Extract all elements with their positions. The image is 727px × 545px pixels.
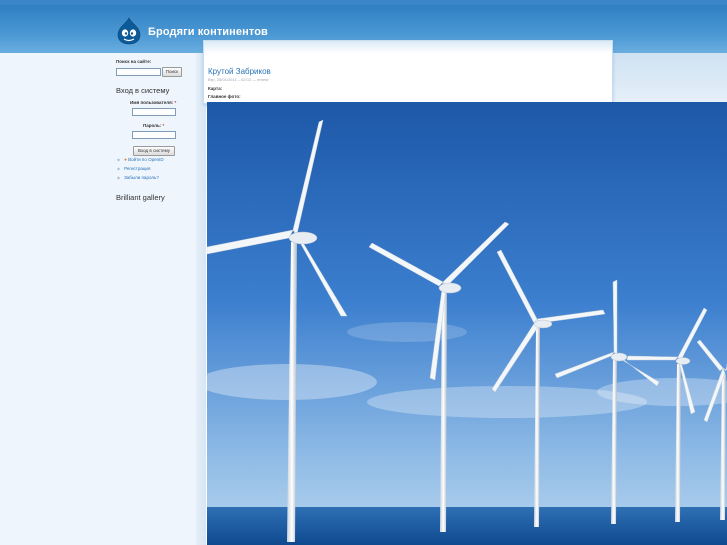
forgot-password-link[interactable]: ◆ Забыли пароль? — [117, 175, 159, 180]
field-photo-label: Главное фото: — [208, 94, 241, 99]
openid-login-link[interactable]: ◆ ● Войти по OpenID — [117, 157, 164, 162]
bullet-icon: ◆ — [117, 175, 121, 180]
sidebar-shadow — [196, 53, 206, 545]
left-sidebar — [0, 53, 206, 545]
node-content-box: Крутой Забриков Втр, 25/01/2011 – 02:02 … — [203, 40, 613, 104]
login-submit-button[interactable]: Вход в систему — [133, 146, 175, 156]
required-mark: * — [174, 100, 177, 105]
search-input[interactable] — [116, 68, 161, 76]
node-meta: Втр, 25/01/2011 – 02:02 — ernest — [208, 77, 269, 82]
bullet-icon: ◆ — [117, 157, 121, 162]
wind-turbines-image — [207, 102, 727, 545]
password-field[interactable] — [132, 131, 176, 139]
drupal-logo-icon[interactable] — [116, 17, 142, 45]
login-block-title: Вход в систему — [116, 86, 170, 95]
search-button[interactable]: Поиск — [162, 67, 182, 77]
username-field[interactable] — [132, 108, 176, 116]
register-link[interactable]: ◆ Регистрация — [117, 166, 150, 171]
field-map-label: Карта: — [208, 86, 223, 91]
site-title[interactable]: Бродяги континентов — [148, 26, 268, 38]
username-label: Имя пользователя: * — [130, 100, 177, 105]
node-title-link[interactable]: Крутой Забриков — [208, 67, 271, 76]
main-photo[interactable] — [207, 102, 727, 545]
content-box-header — [204, 41, 612, 53]
openid-icon: ● — [124, 157, 127, 162]
required-mark: * — [162, 123, 165, 128]
search-label: Поиск на сайте: — [116, 59, 152, 64]
password-label: Пароль: * — [143, 123, 165, 128]
bullet-icon: ◆ — [117, 166, 121, 171]
gallery-block-title: Brilliant gallery — [116, 193, 165, 202]
